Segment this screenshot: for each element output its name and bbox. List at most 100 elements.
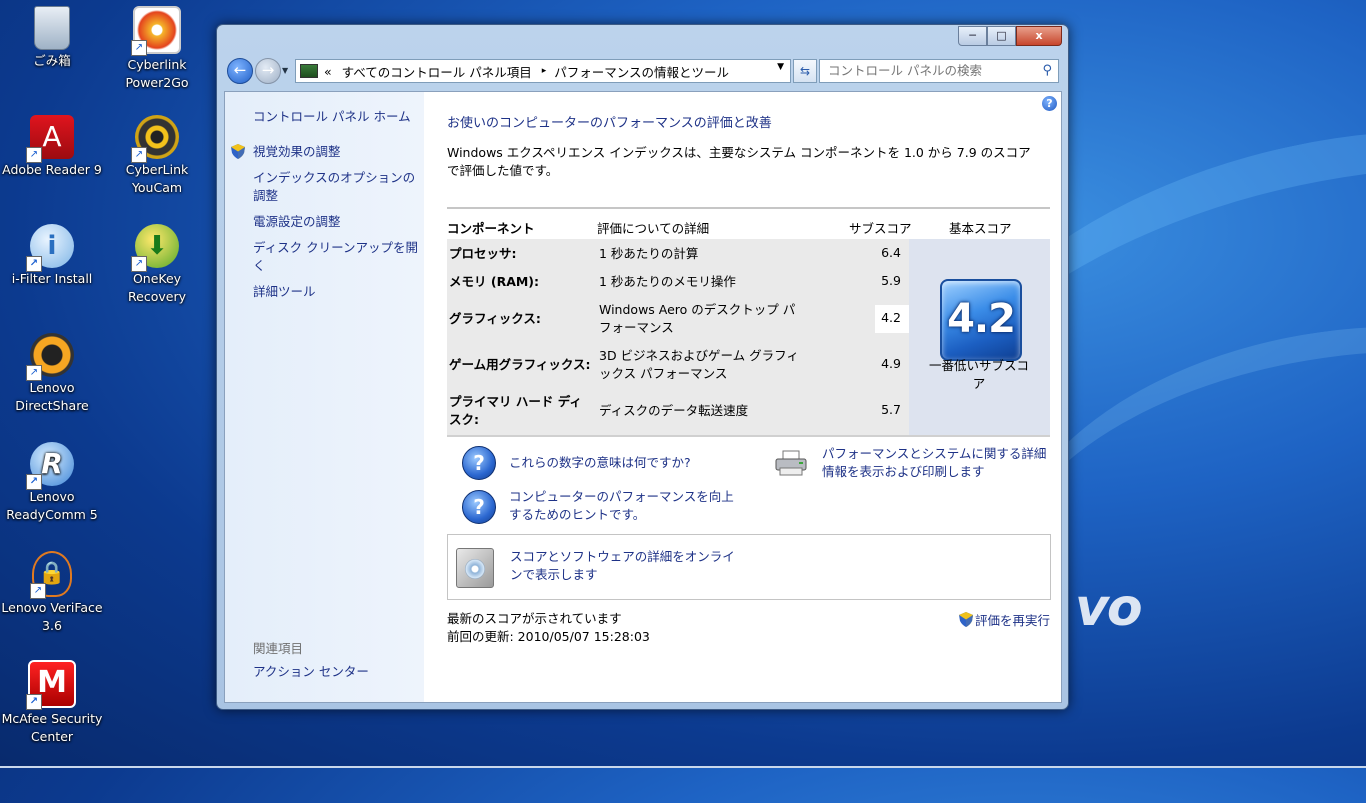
- refresh-button[interactable]: ⇆: [793, 59, 817, 83]
- desktop-icon-ifilter[interactable]: i ↗ i-Filter Install: [0, 224, 104, 288]
- uac-shield-icon: [958, 612, 973, 627]
- row-detail: Windows Aero のデスクトップ パフォーマンス: [599, 302, 796, 335]
- rerun-assessment-link[interactable]: 評価を再実行: [958, 610, 1050, 629]
- row-detail: 1 秒あたりの計算: [599, 246, 699, 261]
- status-last-updated: 前回の更新: 2010/05/07 15:28:03: [447, 629, 650, 644]
- disk-cleanup-link[interactable]: ディスク クリーンアップを開く: [253, 239, 418, 275]
- youcam-icon: ↗: [131, 115, 179, 163]
- header-component: コンポーネント: [447, 221, 535, 236]
- shortcut-arrow-icon: ↗: [26, 147, 42, 163]
- help-icon[interactable]: ?: [1042, 96, 1057, 111]
- arrow-left-icon: ←: [233, 61, 247, 79]
- header-detail: 評価についての詳細: [597, 221, 710, 236]
- arrow-right-icon: →: [261, 61, 275, 79]
- left-task-pane: コントロール パネル ホーム 視覚効果の調整 インデックスのオプションの調整 電…: [225, 92, 424, 702]
- control-panel-icon: [300, 64, 318, 78]
- shortcut-arrow-icon: ↗: [26, 256, 42, 272]
- mcafee-icon: M ↗: [26, 660, 76, 710]
- desktop-icon-recycle-bin[interactable]: ごみ箱: [0, 6, 104, 70]
- control-panel-home-link[interactable]: コントロール パネル ホーム: [253, 108, 418, 126]
- advanced-tools-link[interactable]: 詳細ツール: [253, 283, 418, 301]
- power2go-icon: ↗: [131, 6, 181, 56]
- navigation-bar: ← → ▼ « すべてのコントロール パネル項目 ▸ パフォーマンスの情報とツー…: [225, 57, 1060, 85]
- forward-button[interactable]: →: [255, 58, 281, 84]
- ifilter-icon: i ↗: [26, 224, 74, 272]
- row-subscore: 4.2: [881, 310, 901, 325]
- refresh-icon: ⇆: [799, 64, 811, 78]
- main-content: ? お使いのコンピューターのパフォーマンスの評価と改善 Windows エクスペ…: [424, 92, 1061, 702]
- search-box: ⚲: [819, 59, 1059, 83]
- uac-shield-icon: [231, 144, 245, 159]
- index-options-link[interactable]: インデックスのオプションの調整: [253, 169, 418, 205]
- wallpaper-brand: vo: [1075, 578, 1143, 638]
- performance-window: ─ □ x ← → ▼ « すべてのコントロール パネル項目 ▸ パフォーマンス…: [216, 24, 1069, 710]
- header-basescore: 基本スコア: [949, 221, 1012, 236]
- score-meaning-link[interactable]: これらの数字の意味は何ですか?: [509, 454, 691, 472]
- desktop-icon-veriface[interactable]: 🔒 ↗ Lenovo VeriFace 3.6: [0, 551, 104, 635]
- related-header: 関連項目: [253, 641, 304, 656]
- desktop-icon-label: Cyberlink Power2Go: [125, 57, 189, 90]
- action-center-link[interactable]: アクション センター: [253, 663, 418, 681]
- score-status: 最新のスコアが示されています 前回の更新: 2010/05/07 15:28:0…: [447, 610, 650, 646]
- desktop-icon-label: Lenovo DirectShare: [15, 380, 89, 413]
- power-settings-link[interactable]: 電源設定の調整: [253, 213, 418, 231]
- breadcrumb-all-items[interactable]: すべてのコントロール パネル項目: [342, 62, 532, 81]
- back-button[interactable]: ←: [227, 58, 253, 84]
- desktop-icon-label: Lenovo VeriFace 3.6: [1, 600, 103, 633]
- row-subscore: 5.7: [881, 402, 901, 417]
- desktop-icon-mcafee[interactable]: M ↗ McAfee Security Center: [0, 660, 104, 746]
- online-details-box: スコアとソフトウェアの詳細をオンラインで表示します: [447, 534, 1051, 600]
- page-title: お使いのコンピューターのパフォーマンスの評価と改善: [447, 116, 772, 131]
- visual-effects-link[interactable]: 視覚効果の調整: [253, 143, 418, 161]
- desktop-icon-onekey-recovery[interactable]: ⬇ ↗ OneKey Recovery: [105, 224, 209, 306]
- desktop-icon-readycomm[interactable]: R ↗ Lenovo ReadyComm 5: [0, 442, 104, 524]
- desktop-icon-label: OneKey Recovery: [128, 271, 186, 304]
- performance-tips-link[interactable]: コンピューターのパフォーマンスを向上するためのヒントです。: [509, 488, 737, 524]
- score-table-header: コンポーネント 評価についての詳細 サブスコア 基本スコア: [447, 207, 1050, 239]
- base-score-caption: 一番低いサブスコア: [929, 358, 1030, 391]
- row-subscore: 5.9: [881, 273, 901, 288]
- directshare-icon: ↗: [26, 333, 74, 381]
- address-bar[interactable]: « すべてのコントロール パネル項目 ▸ パフォーマンスの情報とツール ▼: [295, 59, 791, 83]
- veriface-icon: 🔒 ↗: [30, 551, 72, 599]
- window-client-area: コントロール パネル ホーム 視覚効果の調整 インデックスのオプションの調整 電…: [224, 91, 1062, 703]
- search-icon[interactable]: ⚲: [1042, 63, 1052, 78]
- close-button[interactable]: x: [1016, 26, 1062, 46]
- recent-pages-dropdown[interactable]: ▼: [282, 66, 288, 75]
- breadcrumb-separator-icon[interactable]: ▸: [542, 66, 547, 76]
- desktop-icon-directshare[interactable]: ↗ Lenovo DirectShare: [0, 333, 104, 415]
- readycomm-icon: R ↗: [26, 442, 74, 490]
- minimize-button[interactable]: ─: [958, 26, 987, 46]
- maximize-button[interactable]: □: [987, 26, 1016, 46]
- row-component: グラフィックス:: [449, 311, 541, 326]
- shortcut-arrow-icon: ↗: [26, 474, 42, 490]
- row-component: プロセッサ:: [449, 246, 517, 261]
- row-component: ゲーム用グラフィックス:: [449, 357, 591, 372]
- desktop-icon-youcam[interactable]: ↗ CyberLink YouCam: [105, 115, 209, 197]
- desktop-icon-label: McAfee Security Center: [1, 711, 103, 744]
- desktop-icon-adobe-reader[interactable]: A ↗ Adobe Reader 9: [0, 115, 104, 179]
- page-description: Windows エクスペリエンス インデックスは、主要なシステム コンポーネント…: [447, 145, 1031, 178]
- score-table-body: プロセッサ: 1 秒あたりの計算 6.4 メモリ (RAM): 1 秒あたりのメ…: [447, 239, 1050, 437]
- search-input[interactable]: [820, 60, 1028, 81]
- address-dropdown-icon[interactable]: ▼: [777, 62, 784, 72]
- breadcrumb-overflow[interactable]: «: [324, 64, 332, 79]
- printer-icon: [775, 450, 807, 476]
- desktop-icon-power2go[interactable]: ↗ Cyberlink Power2Go: [105, 6, 209, 92]
- print-details-link[interactable]: パフォーマンスとシステムに関する詳細情報を表示および印刷します: [822, 445, 1054, 481]
- desktop-icon-label: CyberLink YouCam: [125, 162, 189, 195]
- shortcut-arrow-icon: ↗: [30, 583, 46, 599]
- software-box-icon: [456, 548, 494, 588]
- shortcut-arrow-icon: ↗: [131, 256, 147, 272]
- rerun-label: 評価を再実行: [974, 613, 1050, 628]
- status-current: 最新のスコアが示されています: [447, 611, 622, 626]
- base-score-badge: 4.2: [940, 279, 1022, 361]
- recycle-bin-icon: [34, 6, 70, 50]
- desktop-icon-label: ごみ箱: [33, 53, 71, 68]
- online-details-link[interactable]: スコアとソフトウェアの詳細をオンラインで表示します: [510, 548, 742, 584]
- shortcut-arrow-icon: ↗: [26, 365, 42, 381]
- breadcrumb-performance[interactable]: パフォーマンスの情報とツール: [554, 62, 729, 81]
- row-component: メモリ (RAM):: [449, 274, 540, 289]
- header-subscore: サブスコア: [849, 221, 912, 236]
- caption-buttons: ─ □ x: [958, 26, 1062, 46]
